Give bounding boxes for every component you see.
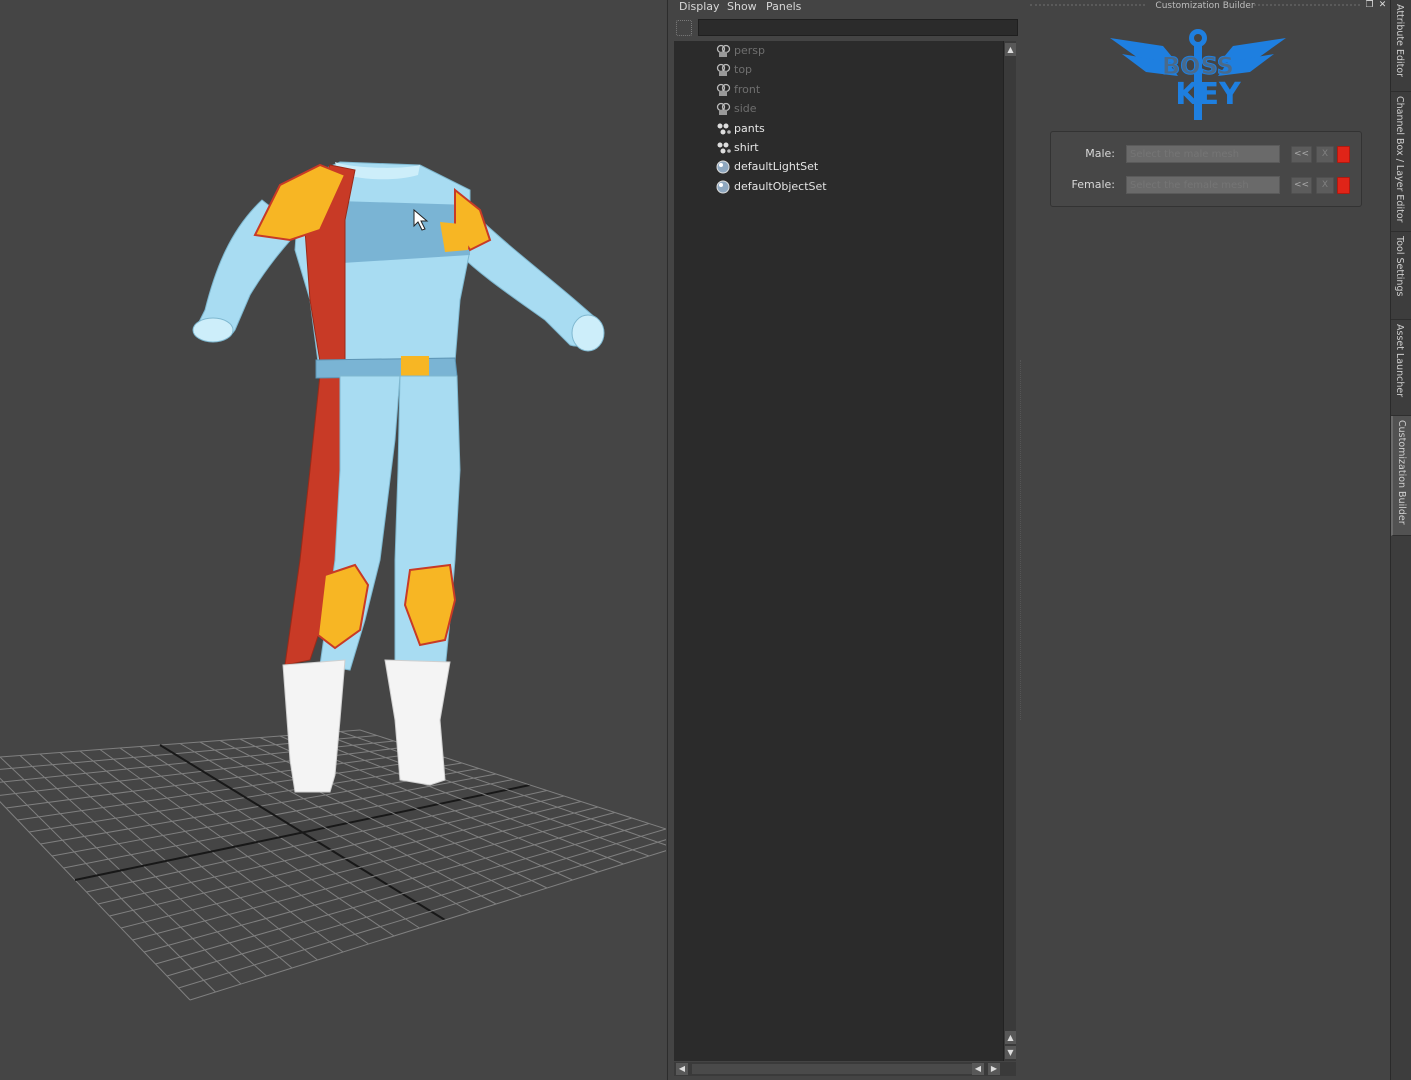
builder-title-bar: Customization Builder [1020,0,1390,12]
mesh-group-icon [716,122,731,136]
male-label: Male: [1085,147,1115,160]
scroll-left-arrow-icon[interactable]: ◀ [676,1063,688,1075]
outliner-tree[interactable]: persp top front side pants shirt defaultLightS… [674,41,1003,1061]
camera-icon [716,63,731,77]
outliner-item-label: pants [734,121,765,135]
outliner-filter-row [674,18,1018,38]
grid-line [319,732,650,857]
close-icon[interactable]: ✕ [1377,0,1388,11]
grid-line [166,828,666,977]
male-mesh-row: Male: << X [1051,143,1361,165]
outliner-horizontal-scrollbar[interactable]: ◀ ◀ ▶ [674,1062,1016,1076]
character-suit-model [192,161,605,793]
viewport-canvas[interactable] [0,0,666,1080]
filter-icon[interactable] [676,20,692,36]
camera-icon [716,102,731,116]
menu-show[interactable]: Show [727,0,757,14]
boss-key-logo: BOSS KEY [1110,29,1286,120]
outliner-menubar: Display Show Panels [668,0,1019,14]
panel-splitter[interactable] [1020,360,1021,720]
outliner-item-label: defaultLightSet [734,160,819,174]
set-icon [716,180,731,194]
scroll-down-arrow-icon[interactable]: ▼ [1005,1046,1016,1059]
female-label: Female: [1071,178,1115,191]
scrollbar-thumb[interactable] [692,1064,972,1074]
scroll-left-arrow-icon[interactable]: ◀ [972,1063,984,1075]
grid-line [178,839,666,989]
male-add-selection-button[interactable]: << [1291,146,1312,163]
male-status-button[interactable] [1337,146,1350,163]
mesh-group-icon [716,141,731,155]
tab-asset-launcher[interactable]: Asset Launcher [1391,320,1411,416]
tab-customization-builder[interactable]: Customization Builder [1391,416,1411,536]
outliner-vertical-scrollbar[interactable]: ▲ ▲ ▼ [1003,41,1016,1061]
mesh-selection-form: Male: << X Female: << X [1050,131,1362,207]
menu-display[interactable]: Display [679,0,720,14]
tab-tool-settings[interactable]: Tool Settings [1391,232,1411,320]
outliner-item-label: front [734,82,761,96]
camera-icon [716,83,731,97]
female-add-selection-button[interactable]: << [1291,177,1312,194]
logo-text-key: KEY [1175,77,1242,112]
menu-panels[interactable]: Panels [766,0,801,14]
right-dock-tabs: Attribute Editor Channel Box / Layer Edi… [1390,0,1411,1080]
outliner-panel: Display Show Panels persp top front side pan… [667,0,1019,1080]
scroll-right-arrow-icon[interactable]: ▶ [988,1063,1000,1075]
male-clear-button[interactable]: X [1316,146,1334,163]
logo-text-boss: BOSS [1162,52,1234,80]
scroll-up-arrow-icon[interactable]: ▲ [1005,1031,1016,1044]
female-mesh-input[interactable] [1126,176,1280,194]
outliner-search-input[interactable] [698,19,1018,36]
tab-channel-box[interactable]: Channel Box / Layer Editor [1391,92,1411,232]
tab-attribute-editor[interactable]: Attribute Editor [1391,0,1411,92]
builder-title: Customization Builder [1155,1,1255,11]
female-status-button[interactable] [1337,177,1350,194]
female-mesh-row: Female: << X [1051,174,1361,196]
set-icon [716,160,731,174]
outliner-item-label: defaultObjectSet [734,179,827,193]
male-mesh-input[interactable] [1126,145,1280,163]
outliner-item-label: persp [734,44,765,57]
float-window-icon[interactable]: ❐ [1364,0,1375,11]
scroll-up-arrow-icon[interactable]: ▲ [1005,43,1016,56]
3d-viewport[interactable] [0,0,666,1080]
camera-icon [716,44,731,58]
outliner-item-label: shirt [734,141,759,154]
outliner-item-label: side [734,102,757,116]
outliner-item-label: top [734,63,753,77]
female-clear-button[interactable]: X [1316,177,1334,194]
customization-builder-panel: Customization Builder ❐ ✕ BOSS KEY Male: [1020,0,1390,1080]
